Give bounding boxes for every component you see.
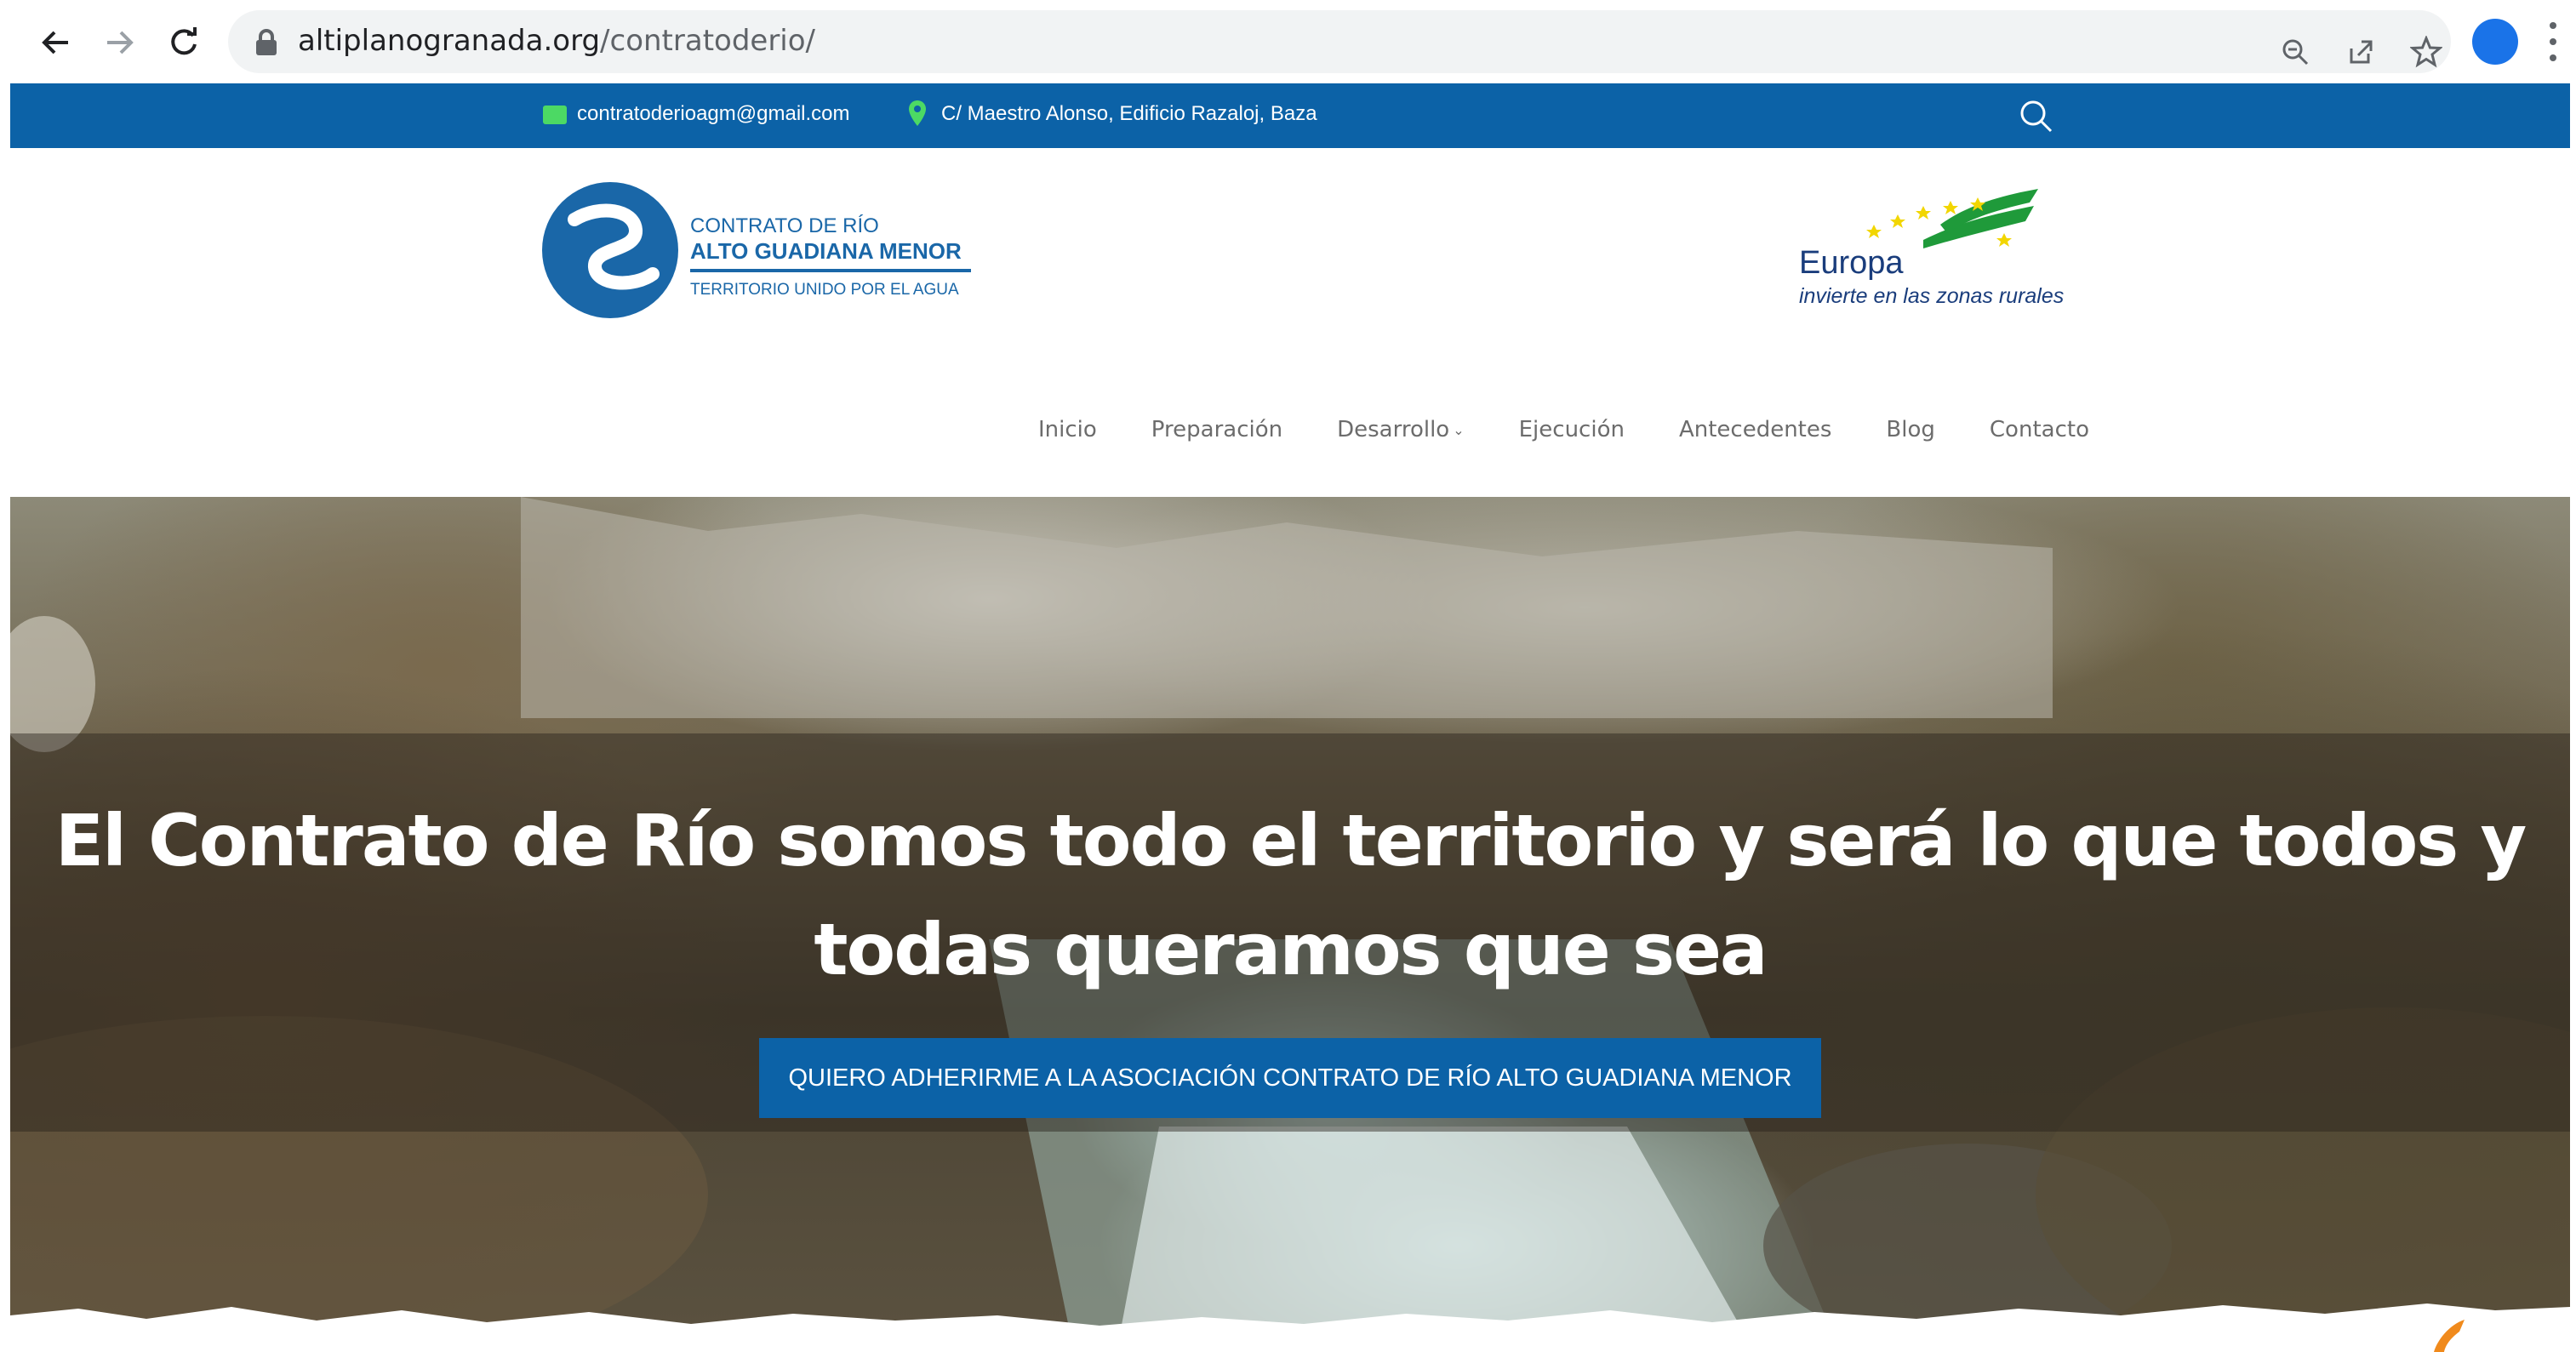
browser-toolbar: altiplanogranada.org/contratoderio/ [0,0,2576,83]
hero-section: El Contrato de Río somos todo el territo… [10,497,2570,1352]
reload-icon[interactable] [157,15,211,70]
logo-line2: ALTO GUADIANA MENOR [690,238,962,264]
nav-item-preparacion[interactable]: Preparación [1151,417,1282,442]
menu-dots-icon[interactable] [2540,17,2566,66]
email-icon [543,106,567,124]
hero-title-line2: todas queramos que sea [814,908,1768,991]
site-header: CONTRATO DE RÍO ALTO GUADIANA MENOR TERR… [10,148,2570,497]
nav-item-desarrollo-label: Desarrollo [1337,417,1450,442]
nav-item-contacto[interactable]: Contacto [1990,417,2089,442]
logo-line3: TERRITORIO UNIDO POR EL AGUA [690,281,959,299]
join-association-button[interactable]: QUIERO ADHERIRME A LA ASOCIACIÓN CONTRAT… [759,1038,1821,1118]
url-text: altiplanogranada.org/contratoderio/ [298,24,815,58]
address-text: C/ Maestro Alonso, Edificio Razaloj, Baz… [941,102,1317,125]
corner-scroll-mark [2434,1320,2465,1352]
zoom-icon[interactable] [2272,29,2318,75]
star-icon[interactable] [2403,29,2449,75]
url-host: altiplanogranada.org [298,24,601,58]
forward-arrow-icon[interactable] [92,15,146,70]
profile-avatar[interactable] [2472,19,2518,65]
address-bar[interactable]: altiplanogranada.org/contratoderio/ [228,10,2451,73]
eu-tagline: invierte en las zonas rurales [1799,284,2065,308]
email-link[interactable]: contratoderioagm@gmail.com [577,102,850,126]
share-icon[interactable] [2337,29,2383,75]
eu-stars-icon [1866,189,2038,248]
nav-item-desarrollo[interactable]: Desarrollo ⌄ [1337,417,1465,442]
chevron-down-icon: ⌄ [1453,421,1465,438]
back-arrow-icon[interactable] [29,15,83,70]
url-path: /contratoderio/ [600,24,816,58]
top-info-bar: contratoderioagm@gmail.com C/ Maestro Al… [10,83,2570,148]
nav-item-ejecucion[interactable]: Ejecución [1519,417,1625,442]
search-icon[interactable] [2015,95,2058,138]
map-pin-icon [907,99,928,128]
river-logo-icon [542,182,678,318]
eu-feader-logo: Europa invierte en las zonas rurales [1796,180,2064,317]
lock-icon [254,29,279,56]
site-logo[interactable]: CONTRATO DE RÍO ALTO GUADIANA MENOR TERR… [540,180,983,325]
torn-paper-edge [10,1304,2570,1352]
logo-line1: CONTRATO DE RÍO [690,214,879,237]
nav-item-blog[interactable]: Blog [1886,417,1934,442]
nav-item-inicio[interactable]: Inicio [1038,417,1097,442]
main-navigation: Inicio Preparación Desarrollo ⌄ Ejecución… [1038,408,2144,451]
logo-divider [690,269,971,272]
hero-title: El Contrato de Río somos todo el territo… [10,786,2570,1004]
nav-item-antecedentes[interactable]: Antecedentes [1679,417,1831,442]
hero-title-line1: El Contrato de Río somos todo el territo… [54,799,2527,882]
eu-word: Europa [1799,245,1904,281]
